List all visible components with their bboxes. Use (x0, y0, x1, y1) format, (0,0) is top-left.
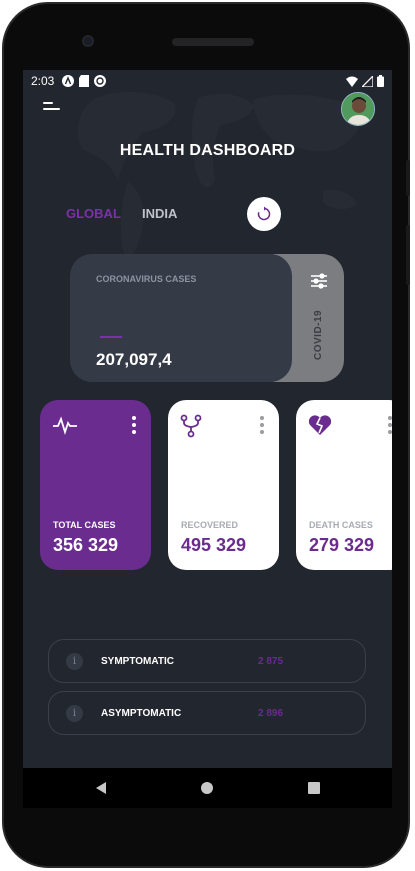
tab-india[interactable]: INDIA (142, 206, 177, 221)
row-value: 2 896 (258, 708, 284, 719)
asymptomatic-row[interactable]: i ASYMPTOMATIC 2 896 (48, 691, 366, 735)
sd-card-icon (79, 75, 90, 87)
covid-19-label: COVID-19 (313, 309, 324, 360)
stat-value: 495 329 (181, 535, 247, 555)
row-value: 2 875 (258, 656, 284, 667)
more-options-icon[interactable] (388, 416, 392, 437)
stat-label: DEATH CASES (309, 520, 373, 530)
a-icon (62, 75, 75, 87)
broken-heart-icon (308, 415, 332, 435)
info-icon: i (66, 705, 83, 722)
death-cases-card[interactable]: DEATH CASES 279 329 (296, 400, 392, 570)
status-time: 2:03 (31, 74, 55, 88)
coronavirus-cases-card: CORONAVIRUS CASES 207,097,4 (70, 254, 292, 382)
symptomatic-row[interactable]: i SYMPTOMATIC 2 875 (48, 639, 366, 683)
row-label: SYMPTOMATIC (101, 656, 174, 667)
refresh-button[interactable] (247, 197, 281, 231)
cases-card-label: CORONAVIRUS CASES (96, 274, 197, 284)
info-icon: i (66, 653, 83, 670)
total-cases-card[interactable]: TOTAL CASES 356 329 (40, 400, 151, 570)
back-icon[interactable] (96, 782, 106, 794)
power-button (406, 225, 410, 285)
cases-card-value: 207,097,4 (96, 350, 172, 369)
wifi-icon (346, 76, 358, 87)
signal-icon (362, 75, 373, 87)
stat-label: RECOVERED (181, 520, 239, 530)
volume-button (406, 160, 410, 196)
sync-icon (94, 75, 107, 87)
more-options-icon[interactable] (260, 416, 264, 437)
app-screen: 2:03 HEALTH DASHBOARD GLOBAL INDIA COVID… (23, 70, 392, 808)
battery-icon (377, 75, 384, 87)
stat-value: 279 329 (309, 535, 375, 555)
front-camera (82, 35, 94, 47)
recents-icon[interactable] (308, 782, 320, 794)
fork-icon (180, 414, 202, 438)
stat-value: 356 329 (53, 535, 119, 555)
filter-sliders-icon[interactable] (310, 273, 328, 289)
status-bar: 2:03 (23, 70, 392, 92)
accent-divider (100, 336, 122, 338)
recovered-card[interactable]: RECOVERED 495 329 (168, 400, 279, 570)
stat-label: TOTAL CASES (53, 520, 116, 530)
heartbeat-icon (53, 416, 77, 435)
world-map-background (77, 91, 361, 258)
earpiece-speaker (172, 38, 254, 46)
home-icon[interactable] (201, 782, 213, 794)
tab-global[interactable]: GLOBAL (66, 206, 121, 221)
menu-icon[interactable] (43, 100, 63, 114)
page-title: HEALTH DASHBOARD (119, 142, 296, 159)
avatar[interactable] (341, 92, 375, 126)
more-options-icon[interactable] (132, 416, 136, 437)
refresh-icon (257, 206, 271, 221)
row-label: ASYMPTOMATIC (101, 708, 182, 719)
system-nav-bar (23, 768, 392, 808)
